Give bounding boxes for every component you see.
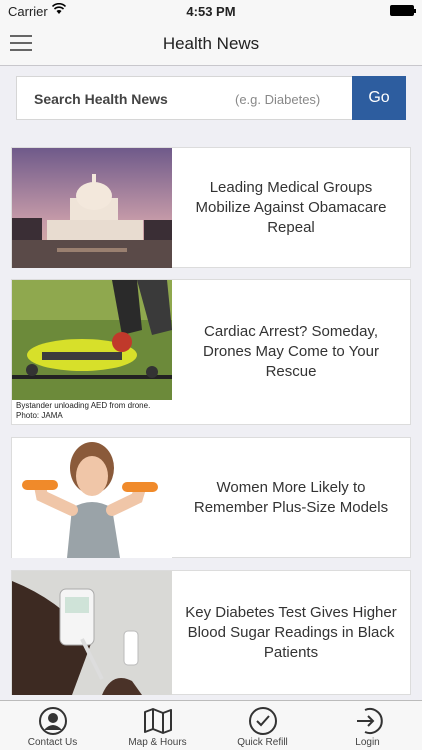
article-headline: Leading Medical Groups Mobilize Against …	[195, 178, 387, 236]
tab-label: Contact Us	[27, 737, 78, 748]
person-icon	[39, 707, 67, 735]
go-button[interactable]: Go	[352, 76, 406, 120]
search-hint: (e.g. Diabetes)	[235, 92, 321, 107]
login-icon	[357, 708, 383, 734]
map-icon	[144, 708, 172, 734]
checkmark-icon	[249, 707, 277, 735]
battery-icon	[390, 5, 416, 16]
search-bar[interactable]: Search Health News (e.g. Diabetes) Go	[16, 76, 406, 120]
search-input[interactable]: Search Health News	[34, 91, 168, 107]
capitol-building-photo	[12, 148, 172, 268]
tab-label: Login	[355, 737, 380, 748]
glucose-meter-photo	[12, 571, 172, 695]
status-bar: Carrier 4:53 PM	[0, 0, 422, 22]
tab-map-hours[interactable]: Map & Hours	[105, 701, 210, 750]
article-card[interactable]: Bystander unloading AED from drone. Phot…	[11, 279, 411, 425]
article-card[interactable]: Key Diabetes Test Gives Higher Blood Sug…	[11, 570, 411, 695]
clock: 4:53 PM	[186, 4, 236, 19]
page-title: Health News	[162, 34, 260, 53]
woman-dumbbells-photo	[12, 438, 172, 558]
tab-login[interactable]: Login	[315, 701, 420, 750]
article-headline: Cardiac Arrest? Someday, Drones May Come…	[203, 323, 379, 380]
tab-label: Map & Hours	[128, 737, 187, 748]
drone-photo	[12, 280, 172, 400]
article-card[interactable]: Women More Likely to Remember Plus-Size …	[11, 437, 411, 558]
tab-bar: Contact Us Map & Hours Quick Refill Logi…	[0, 700, 422, 750]
tab-quick-refill[interactable]: Quick Refill	[210, 701, 315, 750]
article-headline: Women More Likely to Remember Plus-Size …	[193, 478, 389, 516]
nav-bar: Health News	[0, 22, 422, 66]
article-headline: Key Diabetes Test Gives Higher Blood Sug…	[185, 603, 397, 661]
tab-contact-us[interactable]: Contact Us	[0, 701, 105, 750]
tab-label: Quick Refill	[237, 737, 288, 748]
photo-caption: Bystander unloading AED from drone. Phot…	[16, 401, 151, 420]
article-card[interactable]: Leading Medical Groups Mobilize Against …	[11, 147, 411, 268]
